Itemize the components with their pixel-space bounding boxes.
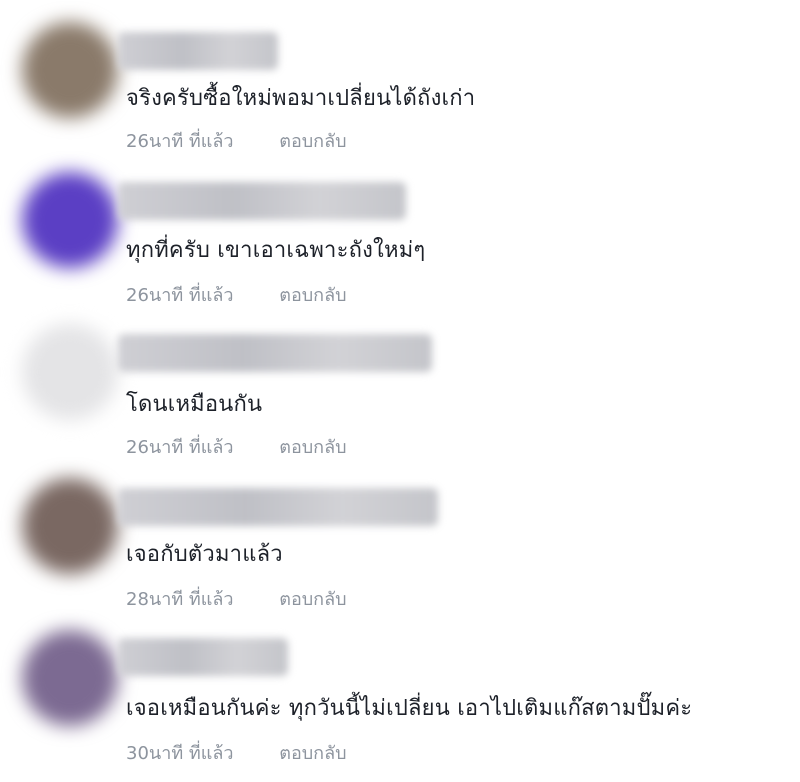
comment-timestamp[interactable]: 26นาที ที่แล้ว [126,126,234,155]
avatar[interactable] [22,324,118,420]
comment-text: เจอเหมือนกันค่ะ ทุกวันนี้ไม่เปลี่ยน เอาไ… [126,696,693,721]
commenter-name-redacted[interactable] [118,32,278,70]
comment-feed: จริงครับซื้อใหม่พอมาเปลี่ยนได้ถังเก่า 26… [0,0,800,782]
comment-item: เจอกับตัวมาแล้ว 28นาที ที่แล้ว ตอบกลับ [0,456,800,610]
comment-text: จริงครับซื้อใหม่พอมาเปลี่ยนได้ถังเก่า [126,86,476,111]
comment-text: เจอกับตัวมาแล้ว [126,542,283,567]
comment-timestamp[interactable]: 28นาที ที่แล้ว [126,584,234,613]
comment-timestamp[interactable]: 30นาที ที่แล้ว [126,738,234,767]
comment-item: โดนเหมือนกัน 26นาที ที่แล้ว ตอบกลับ [0,304,800,458]
commenter-name-redacted[interactable] [118,488,438,526]
avatar[interactable] [22,172,118,268]
avatar[interactable] [22,630,118,726]
commenter-name-redacted[interactable] [118,638,288,676]
avatar[interactable] [22,22,118,118]
comment-meta: 30นาที ที่แล้ว ตอบกลับ [126,738,347,767]
commenter-name-redacted[interactable] [118,182,406,220]
comment-text: โดนเหมือนกัน [126,392,263,417]
comment-item: เจอเหมือนกันค่ะ ทุกวันนี้ไม่เปลี่ยน เอาไ… [0,610,800,764]
reply-button[interactable]: ตอบกลับ [279,584,346,613]
avatar[interactable] [22,478,118,574]
comment-text: ทุกที่ครับ เขาเอาเฉพาะถังใหม่ๆ [126,238,426,263]
comment-meta: 28นาที ที่แล้ว ตอบกลับ [126,584,347,613]
reply-button[interactable]: ตอบกลับ [279,126,346,155]
commenter-name-redacted[interactable] [118,334,432,372]
comment-item: ทุกที่ครับ เขาเอาเฉพาะถังใหม่ๆ 26นาที ที… [0,152,800,306]
comment-item: จริงครับซื้อใหม่พอมาเปลี่ยนได้ถังเก่า 26… [0,0,800,152]
reply-button[interactable]: ตอบกลับ [279,738,346,767]
comment-meta: 26นาที ที่แล้ว ตอบกลับ [126,126,347,155]
